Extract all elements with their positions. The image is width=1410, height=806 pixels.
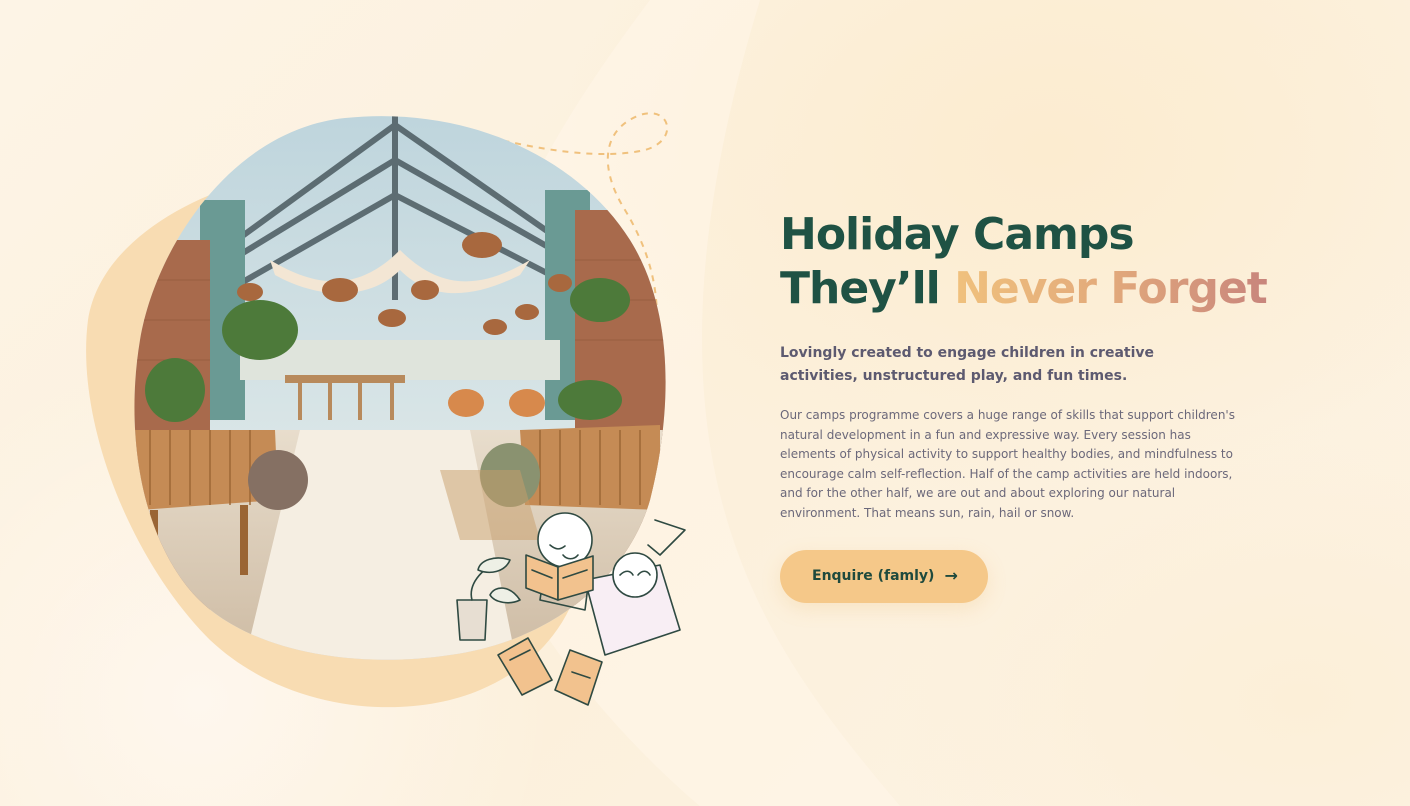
hero-content: Holiday Camps They’ll Never Forget Lovin… — [780, 208, 1268, 603]
page-title: Holiday Camps They’ll Never Forget — [780, 208, 1268, 316]
title-line-2-plain: They’ll — [780, 263, 955, 314]
title-accent: Never Forget — [954, 263, 1268, 314]
arrow-right-icon: → — [944, 566, 958, 586]
enquire-button-label: Enquire (famly) — [812, 568, 935, 585]
title-line-1: Holiday Camps — [780, 209, 1135, 260]
title-line-2: They’ll Never Forget — [780, 262, 1268, 316]
enquire-button[interactable]: Enquire (famly) → — [780, 549, 988, 603]
lead-paragraph: Lovingly created to engage children in c… — [780, 345, 1155, 384]
body-paragraph: Our camps programme covers a huge range … — [780, 408, 1235, 520]
hero-artwork — [0, 0, 720, 806]
